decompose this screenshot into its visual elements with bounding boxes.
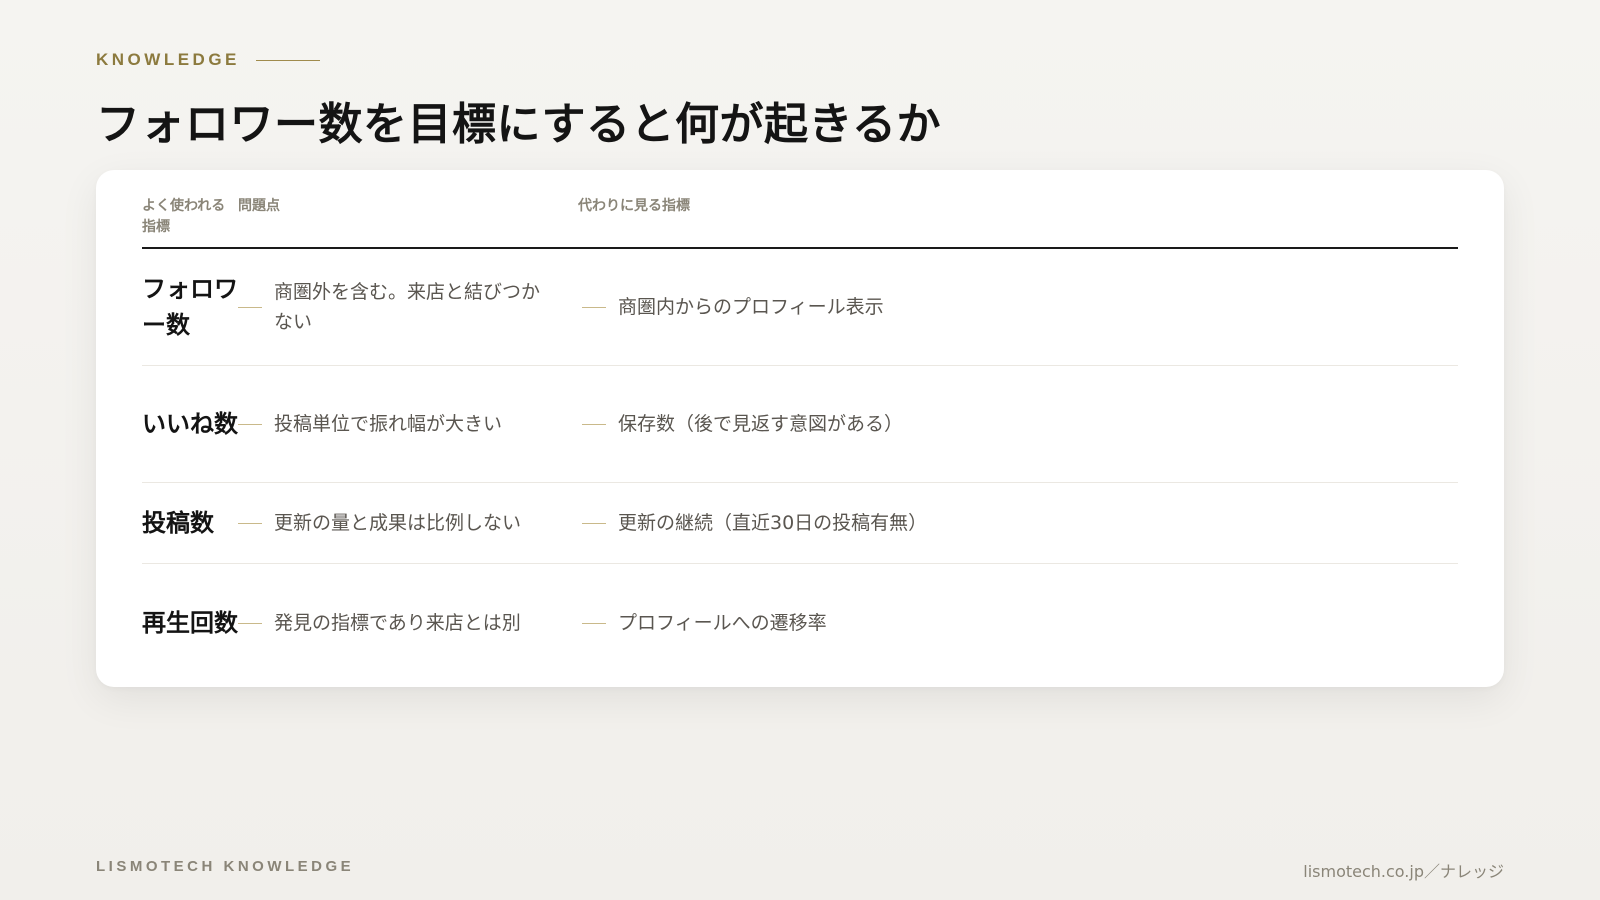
- problem-text: 投稿単位で振れ幅が大きい: [274, 413, 503, 435]
- table-row: いいね数 投稿単位で振れ幅が大きい 保存数（後で見返す意図がある）: [142, 366, 1458, 483]
- alternative-metric: 保存数（後で見返す意図がある）: [618, 413, 904, 435]
- footer-brand: LISMOTECH KNOWLEDGE: [96, 858, 355, 875]
- alternative-metric: 更新の継続（直近30日の投稿有無）: [618, 512, 928, 534]
- eyebrow: KNOWLEDGE: [96, 50, 320, 70]
- dash-divider: [238, 622, 262, 624]
- problem-text: 発見の指標であり来店とは別: [274, 612, 521, 634]
- page-title: フォロワー数を目標にすると何が起きるか: [96, 99, 942, 150]
- dash-divider: [582, 522, 606, 524]
- footer-url-link[interactable]: lismotech.co.jp／ナレッジ: [1303, 858, 1504, 882]
- metric-name: フォロワー数: [142, 275, 238, 339]
- table-row: 再生回数 発見の指標であり来店とは別 プロフィールへの遷移率: [142, 564, 1458, 682]
- metrics-table-card: よく使われる指標 問題点 代わりに見る指標 フォロワー数 商圏外を含む。来店と結…: [96, 170, 1504, 687]
- dash-divider: [238, 306, 262, 308]
- table-row: 投稿数 更新の量と成果は比例しない 更新の継続（直近30日の投稿有無）: [142, 483, 1458, 564]
- column-header-problem: 問題点: [238, 198, 280, 214]
- column-header-alternative: 代わりに見る指標: [578, 198, 690, 214]
- metric-name: 再生回数: [142, 609, 238, 637]
- dash-divider: [582, 622, 606, 624]
- column-header-metric: よく使われる指標: [142, 198, 226, 235]
- problem-text: 商圏外を含む。来店と結びつかない: [274, 281, 541, 333]
- dash-divider: [238, 423, 262, 425]
- alternative-metric: 商圏内からのプロフィール表示: [618, 296, 884, 318]
- table-header: よく使われる指標 問題点 代わりに見る指標: [142, 196, 1458, 249]
- dash-divider: [238, 522, 262, 524]
- table-row: フォロワー数 商圏外を含む。来店と結びつかない 商圏内からのプロフィール表示: [142, 249, 1458, 366]
- eyebrow-divider: [255, 59, 320, 61]
- eyebrow-label: KNOWLEDGE: [96, 50, 240, 69]
- problem-text: 更新の量と成果は比例しない: [274, 512, 522, 534]
- dash-divider: [582, 423, 606, 425]
- metric-name: いいね数: [142, 410, 238, 438]
- metric-name: 投稿数: [142, 509, 214, 537]
- dash-divider: [582, 306, 606, 308]
- alternative-metric: プロフィールへの遷移率: [618, 612, 827, 634]
